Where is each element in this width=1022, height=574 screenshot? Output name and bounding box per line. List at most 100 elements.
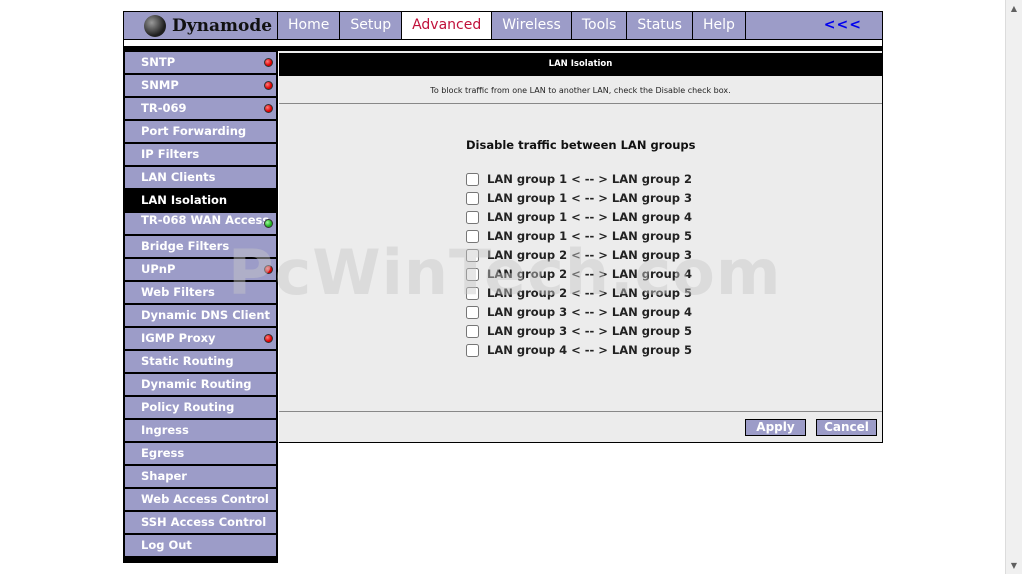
lan-isolation-option: LAN group 4 < -- > LAN group 5 bbox=[466, 341, 692, 359]
form-heading: Disable traffic between LAN groups bbox=[466, 138, 696, 152]
sidebar-item-label: Dynamic Routing bbox=[141, 377, 252, 391]
sidebar-item-dynamic-dns-client[interactable]: Dynamic DNS Client bbox=[125, 305, 276, 326]
sidebar-item-label: Web Filters bbox=[141, 285, 215, 299]
sidebar-item-label: SNTP bbox=[141, 55, 176, 69]
main-panel: LAN Isolation To block traffic from one … bbox=[279, 51, 883, 443]
sidebar-item-ingress[interactable]: Ingress bbox=[125, 420, 276, 441]
status-dot-green-icon bbox=[264, 219, 273, 228]
sidebar-item-label: Log Out bbox=[141, 538, 192, 552]
sidebar-item-tr-068-wan-access[interactable]: TR-068 WAN Access bbox=[125, 213, 276, 234]
lan-isolation-option: LAN group 3 < -- > LAN group 5 bbox=[466, 322, 692, 340]
option-label: LAN group 2 < -- > LAN group 3 bbox=[487, 248, 693, 262]
lan-isolation-option: LAN group 1 < -- > LAN group 3 bbox=[466, 189, 692, 207]
disable-traffic-checkbox[interactable] bbox=[466, 191, 479, 205]
disable-traffic-checkbox[interactable] bbox=[466, 210, 479, 224]
tab-home[interactable]: Home bbox=[278, 12, 341, 39]
tab-tools[interactable]: Tools bbox=[572, 12, 628, 39]
option-label: LAN group 1 < -- > LAN group 2 bbox=[487, 172, 693, 186]
disable-traffic-checkbox[interactable] bbox=[466, 229, 479, 243]
status-dot-red-icon bbox=[264, 265, 273, 274]
sidebar-item-shaper[interactable]: Shaper bbox=[125, 466, 276, 487]
vertical-scrollbar[interactable]: ▲ ▼ bbox=[1005, 0, 1022, 574]
option-label: LAN group 4 < -- > LAN group 5 bbox=[487, 343, 693, 357]
sidebar-item-dynamic-routing[interactable]: Dynamic Routing bbox=[125, 374, 276, 395]
disable-traffic-checkbox[interactable] bbox=[466, 172, 479, 186]
scroll-down-icon[interactable]: ▼ bbox=[1006, 557, 1022, 574]
sidebar-item-label: Bridge Filters bbox=[141, 239, 230, 253]
disable-traffic-checkbox[interactable] bbox=[466, 267, 479, 281]
disable-traffic-checkbox[interactable] bbox=[466, 343, 479, 357]
sidebar-item-egress[interactable]: Egress bbox=[125, 443, 276, 464]
top-nav-bar: Dynamode Home Setup Advanced Wireless To… bbox=[123, 11, 883, 40]
sidebar-item-static-routing[interactable]: Static Routing bbox=[125, 351, 276, 372]
tab-wireless[interactable]: Wireless bbox=[492, 12, 572, 39]
disable-traffic-checkbox[interactable] bbox=[466, 248, 479, 262]
lan-isolation-option: LAN group 2 < -- > LAN group 5 bbox=[466, 284, 692, 302]
sidebar-item-label: SNMP bbox=[141, 78, 179, 92]
tab-help[interactable]: Help bbox=[693, 12, 746, 39]
sidebar-item-sntp[interactable]: SNTP bbox=[125, 52, 276, 73]
lan-isolation-option: LAN group 2 < -- > LAN group 3 bbox=[466, 246, 692, 264]
option-label: LAN group 1 < -- > LAN group 5 bbox=[487, 229, 693, 243]
lan-isolation-option: LAN group 3 < -- > LAN group 4 bbox=[466, 303, 692, 321]
cancel-button[interactable]: Cancel bbox=[816, 419, 877, 436]
sidebar-item-tr-069[interactable]: TR-069 bbox=[125, 98, 276, 119]
lan-isolation-option: LAN group 1 < -- > LAN group 4 bbox=[466, 208, 692, 226]
sidebar-item-log-out[interactable]: Log Out bbox=[125, 535, 276, 556]
lan-isolation-option: LAN group 1 < -- > LAN group 5 bbox=[466, 227, 692, 245]
option-label: LAN group 2 < -- > LAN group 5 bbox=[487, 286, 693, 300]
option-label: LAN group 3 < -- > LAN group 4 bbox=[487, 305, 693, 319]
sidebar-item-label: Dynamic DNS Client bbox=[141, 308, 270, 322]
sidebar-item-label: IGMP Proxy bbox=[141, 331, 216, 345]
sidebar-item-snmp[interactable]: SNMP bbox=[125, 75, 276, 96]
disable-traffic-checkbox[interactable] bbox=[466, 286, 479, 300]
lan-isolation-option: LAN group 2 < -- > LAN group 4 bbox=[466, 265, 692, 283]
sidebar-item-ip-filters[interactable]: IP Filters bbox=[125, 144, 276, 165]
brand-logo: Dynamode bbox=[124, 12, 278, 39]
sidebar-item-label: LAN Isolation bbox=[141, 193, 228, 207]
brand-name: Dynamode bbox=[172, 15, 273, 36]
sidebar-item-web-access-control[interactable]: Web Access Control bbox=[125, 489, 276, 510]
sidebar-item-label: Egress bbox=[141, 446, 185, 460]
status-dot-red-icon bbox=[264, 58, 273, 67]
disable-traffic-checkbox[interactable] bbox=[466, 305, 479, 319]
option-label: LAN group 2 < -- > LAN group 4 bbox=[487, 267, 693, 281]
sidebar-item-label: SSH Access Control bbox=[141, 515, 267, 529]
tab-status[interactable]: Status bbox=[627, 12, 693, 39]
sidebar-item-label: TR-068 WAN Access bbox=[141, 213, 270, 227]
disable-traffic-checkbox[interactable] bbox=[466, 324, 479, 338]
sidebar-item-port-forwarding[interactable]: Port Forwarding bbox=[125, 121, 276, 142]
scroll-up-icon[interactable]: ▲ bbox=[1006, 0, 1022, 17]
header-divider bbox=[123, 40, 883, 51]
logo-sphere-icon bbox=[144, 14, 166, 37]
page-description: To block traffic from one LAN to another… bbox=[279, 77, 882, 104]
sidebar-item-ssh-access-control[interactable]: SSH Access Control bbox=[125, 512, 276, 533]
status-dot-red-icon bbox=[264, 104, 273, 113]
sidebar-item-policy-routing[interactable]: Policy Routing bbox=[125, 397, 276, 418]
sidebar-item-web-filters[interactable]: Web Filters bbox=[125, 282, 276, 303]
sidebar-item-lan-isolation[interactable]: LAN Isolation bbox=[125, 190, 276, 211]
sidebar-item-bridge-filters[interactable]: Bridge Filters bbox=[125, 236, 276, 257]
sidebar-item-upnp[interactable]: UPnP bbox=[125, 259, 276, 280]
option-label: LAN group 1 < -- > LAN group 4 bbox=[487, 210, 693, 224]
sidebar-item-label: TR-069 bbox=[141, 101, 187, 115]
sidebar-item-label: Ingress bbox=[141, 423, 189, 437]
lan-isolation-option: LAN group 1 < -- > LAN group 2 bbox=[466, 170, 692, 188]
tab-setup[interactable]: Setup bbox=[340, 12, 403, 39]
back-link[interactable]: <<< bbox=[824, 12, 862, 39]
sidebar-item-lan-clients[interactable]: LAN Clients bbox=[125, 167, 276, 188]
sidebar-item-label: Web Access Control bbox=[141, 492, 269, 506]
apply-button[interactable]: Apply bbox=[745, 419, 806, 436]
isolation-form: Disable traffic between LAN groups LAN g… bbox=[279, 104, 882, 412]
tab-advanced[interactable]: Advanced bbox=[402, 12, 493, 39]
sidebar-item-label: Shaper bbox=[141, 469, 187, 483]
sidebar-item-label: Policy Routing bbox=[141, 400, 235, 414]
sidebar-item-igmp-proxy[interactable]: IGMP Proxy bbox=[125, 328, 276, 349]
sidebar-menu: SNTP SNMP TR-069 Port Forwarding IP Filters L… bbox=[123, 51, 278, 563]
sidebar-item-label: Port Forwarding bbox=[141, 124, 247, 138]
option-label: LAN group 3 < -- > LAN group 5 bbox=[487, 324, 693, 338]
page-title: LAN Isolation bbox=[279, 53, 882, 76]
sidebar-item-label: UPnP bbox=[141, 262, 176, 276]
sidebar-item-label: LAN Clients bbox=[141, 170, 216, 184]
